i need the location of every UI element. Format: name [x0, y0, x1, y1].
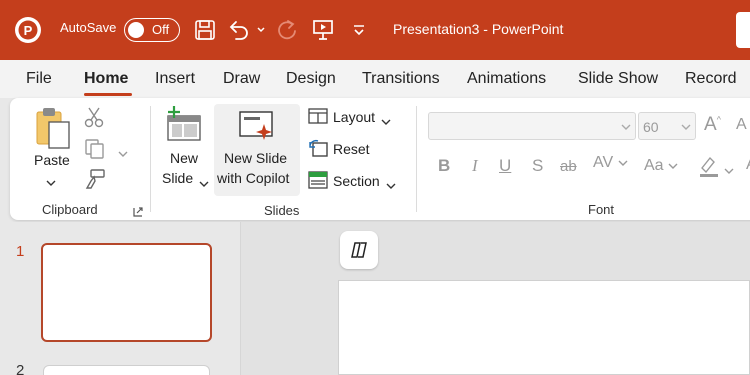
layout-label[interactable]: Layout — [333, 109, 375, 125]
character-spacing-button[interactable]: AV — [593, 154, 628, 172]
section-icon[interactable] — [308, 171, 328, 194]
autosave-toggle[interactable]: Off — [124, 18, 180, 42]
tab-design[interactable]: Design — [286, 70, 336, 88]
copilot-slide-icon[interactable] — [238, 110, 276, 149]
font-color-edge[interactable]: A — [746, 156, 750, 174]
bold-button[interactable]: B — [438, 156, 450, 176]
copilot-button[interactable] — [340, 231, 378, 269]
italic-button[interactable]: I — [472, 156, 478, 176]
tab-animations[interactable]: Animations — [467, 70, 546, 88]
separator — [416, 106, 417, 212]
tab-file[interactable]: File — [26, 70, 52, 88]
slides-group-label: Slides — [264, 203, 300, 218]
case-chevron-icon — [668, 163, 678, 169]
cut-icon[interactable] — [84, 106, 104, 133]
new-slide-chevron-icon[interactable] — [199, 175, 209, 193]
paste-button-label[interactable]: Paste — [34, 152, 70, 168]
grow-font-letter: A — [704, 114, 717, 135]
copy-icon[interactable] — [84, 138, 106, 165]
title-bar: P AutoSave Off Presentation3 - PowerPoin… — [0, 0, 750, 60]
section-chevron-icon[interactable] — [386, 177, 396, 195]
active-tab-indicator — [84, 93, 132, 96]
case-letters: Aa — [644, 157, 664, 174]
search-box-edge[interactable] — [736, 12, 750, 48]
tab-record[interactable]: Record — [685, 70, 737, 88]
layout-icon[interactable] — [308, 108, 328, 129]
window-title: Presentation3 - PowerPoint — [393, 21, 564, 37]
undo-dropdown-chevron-icon[interactable] — [254, 16, 268, 44]
redo-icon[interactable] — [274, 16, 300, 44]
shrink-font-letter: A — [736, 116, 747, 133]
tab-draw[interactable]: Draw — [223, 70, 260, 88]
font-name-select[interactable] — [428, 112, 636, 140]
grow-font-icon[interactable]: A^ — [704, 114, 721, 136]
clipboard-group-label: Clipboard — [42, 202, 98, 217]
slide-number-2: 2 — [16, 362, 25, 375]
clipboard-launcher-icon[interactable] — [133, 204, 143, 222]
highlight-color-icon[interactable] — [698, 154, 720, 183]
section-label[interactable]: Section — [333, 173, 380, 189]
font-size-chevron-icon — [681, 124, 691, 130]
autosave-label: AutoSave — [60, 20, 117, 35]
svg-text:P: P — [24, 23, 33, 38]
copilot-label-line2[interactable]: with Copilot — [217, 170, 289, 186]
layout-chevron-icon[interactable] — [381, 113, 391, 131]
highlight-chevron-icon[interactable] — [724, 162, 734, 180]
separator — [150, 106, 151, 212]
ribbon-home: Paste Clipboard New Slide New Slide with… — [10, 98, 750, 220]
slide-thumbnail-2[interactable] — [43, 365, 210, 375]
reset-label[interactable]: Reset — [333, 141, 370, 157]
text-shadow-button[interactable]: S — [532, 156, 543, 176]
spacing-letters: AV — [593, 154, 614, 171]
reset-icon[interactable] — [308, 139, 328, 162]
save-icon[interactable] — [192, 16, 218, 44]
font-group-label: Font — [588, 202, 615, 217]
autosave-state: Off — [152, 22, 170, 37]
copy-chevron-icon[interactable] — [118, 145, 128, 163]
shrink-font-icon[interactable]: A — [736, 116, 747, 134]
tab-home[interactable]: Home — [84, 70, 128, 88]
tab-transitions[interactable]: Transitions — [362, 70, 440, 88]
slide-canvas[interactable] — [338, 280, 750, 375]
spacing-chevron-icon — [618, 160, 628, 166]
paste-icon[interactable] — [34, 106, 74, 152]
customize-toolbar-chevron-icon[interactable] — [346, 16, 372, 44]
undo-icon[interactable] — [226, 16, 252, 44]
change-case-button[interactable]: Aa — [644, 157, 678, 175]
font-size-select[interactable]: 60 — [638, 112, 696, 140]
present-icon[interactable] — [310, 16, 336, 44]
powerpoint-logo-icon[interactable]: P — [14, 16, 42, 44]
paste-chevron-icon[interactable] — [46, 174, 56, 192]
copilot-icon — [351, 242, 367, 258]
underline-button[interactable]: U — [499, 156, 511, 176]
strikethrough-button[interactable]: ab — [560, 158, 577, 175]
slide-number-1: 1 — [16, 243, 25, 260]
tab-insert[interactable]: Insert — [155, 70, 195, 88]
new-slide-icon[interactable] — [164, 106, 204, 147]
toggle-knob — [128, 22, 144, 38]
format-painter-icon[interactable] — [84, 168, 106, 195]
font-name-chevron-icon — [621, 124, 631, 130]
font-size-value: 60 — [643, 119, 659, 135]
tab-slide-show[interactable]: Slide Show — [578, 70, 658, 88]
slide-thumbnail-1[interactable] — [41, 243, 212, 342]
new-slide-label-line1[interactable]: New — [170, 150, 198, 166]
new-slide-label-line2[interactable]: Slide — [162, 170, 193, 186]
copilot-label-line1[interactable]: New Slide — [224, 150, 287, 166]
